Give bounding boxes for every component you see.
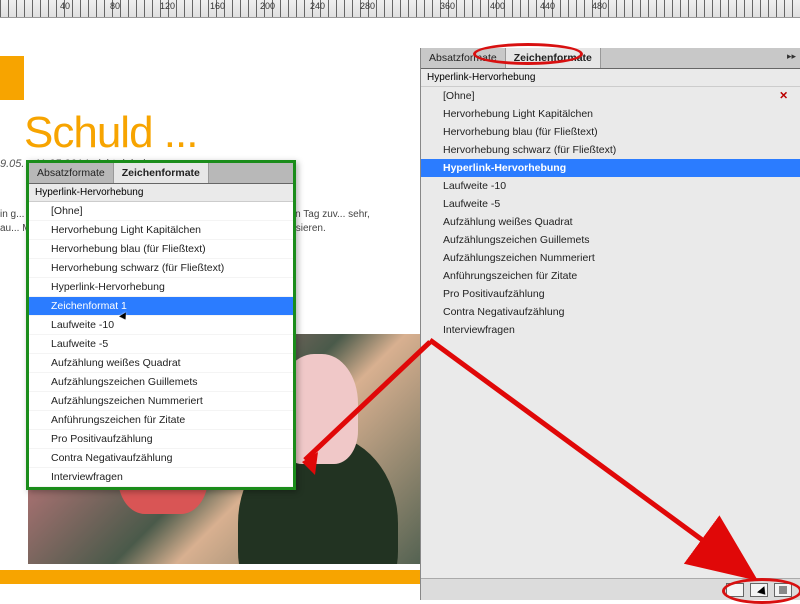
style-item[interactable]: Laufweite -10	[421, 177, 800, 195]
panel-current-style: Hyperlink-Hervorhebung	[421, 69, 800, 87]
new-folder-icon[interactable]	[726, 583, 744, 597]
ruler-label: 40	[60, 1, 70, 11]
accent-block	[0, 56, 24, 100]
clear-override-icon[interactable]: ✕	[779, 90, 794, 102]
style-item[interactable]: Aufzählung weißes Quadrat	[421, 213, 800, 231]
style-item[interactable]: Hervorhebung schwarz (für Fließtext)	[29, 259, 293, 278]
trash-icon[interactable]	[774, 583, 792, 597]
style-item[interactable]: Laufweite -5	[29, 335, 293, 354]
tab-absatzformate[interactable]: Absatzformate	[29, 163, 114, 183]
ruler-label: 200	[260, 1, 275, 11]
ruler-label: 440	[540, 1, 555, 11]
panel-tabs: Absatzformate Zeichenformate ▸▸	[421, 48, 800, 69]
style-item[interactable]: Hervorhebung blau (für Fließtext)	[29, 240, 293, 259]
horizontal-ruler: 40 80 120 160 200 240 280 360 400 440 480	[0, 0, 800, 18]
style-item[interactable]: Contra Negativaufzählung	[421, 303, 800, 321]
style-item[interactable]: Hervorhebung Light Kapitälchen	[29, 221, 293, 240]
style-item[interactable]: [Ohne]	[29, 202, 293, 221]
style-item[interactable]: Aufzählungszeichen Guillemets	[29, 373, 293, 392]
style-item[interactable]: Hyperlink-Hervorhebung	[29, 278, 293, 297]
style-item[interactable]: Aufzählung weißes Quadrat	[29, 354, 293, 373]
tab-absatzformate[interactable]: Absatzformate	[421, 48, 506, 68]
page-title[interactable]: Schuld ...	[24, 108, 197, 158]
style-item[interactable]: Laufweite -5	[421, 195, 800, 213]
style-item[interactable]: Aufzählungszeichen Nummeriert	[29, 392, 293, 411]
style-item[interactable]: Anführungszeichen für Zitate	[29, 411, 293, 430]
ruler-label: 240	[310, 1, 325, 11]
panel-footer	[421, 578, 800, 600]
style-item[interactable]: Hyperlink-Hervorhebung	[421, 159, 800, 177]
character-styles-floating-panel[interactable]: Absatzformate Zeichenformate Hyperlink-H…	[26, 160, 296, 490]
style-list: [Ohne]Hervorhebung Light KapitälchenHerv…	[29, 202, 293, 487]
ruler-label: 80	[110, 1, 120, 11]
style-item[interactable]: Zeichenformat 1	[29, 297, 293, 316]
style-item[interactable]: Pro Positivaufzählung	[421, 285, 800, 303]
tab-zeichenformate[interactable]: Zeichenformate	[114, 163, 209, 183]
style-item[interactable]: Interviewfragen	[421, 321, 800, 339]
style-item[interactable]: [Ohne]✕	[421, 87, 800, 105]
style-item[interactable]: Aufzählungszeichen Nummeriert	[421, 249, 800, 267]
panel-tabs: Absatzformate Zeichenformate	[29, 163, 293, 184]
ruler-label: 120	[160, 1, 175, 11]
style-list: [Ohne]✕Hervorhebung Light KapitälchenHer…	[421, 87, 800, 578]
style-item[interactable]: Hervorhebung blau (für Fließtext)	[421, 123, 800, 141]
ruler-label: 280	[360, 1, 375, 11]
tab-zeichenformate[interactable]: Zeichenformate	[506, 48, 601, 68]
style-item[interactable]: Aufzählungszeichen Guillemets	[421, 231, 800, 249]
ruler-label: 360	[440, 1, 455, 11]
style-item[interactable]: Anführungszeichen für Zitate	[421, 267, 800, 285]
style-item[interactable]: Hervorhebung schwarz (für Fließtext)	[421, 141, 800, 159]
panel-menu-icon[interactable]: ▸▸	[787, 51, 796, 62]
style-item[interactable]: Hervorhebung Light Kapitälchen	[421, 105, 800, 123]
style-item[interactable]: Laufweite -10	[29, 316, 293, 335]
character-styles-docked-panel[interactable]: Absatzformate Zeichenformate ▸▸ Hyperlin…	[420, 48, 800, 600]
style-item[interactable]: Contra Negativaufzählung	[29, 449, 293, 468]
ruler-ticks: 40 80 120 160 200 240 280 360 400 440 480	[0, 0, 800, 17]
panel-current-style: Hyperlink-Hervorhebung	[29, 184, 293, 202]
ruler-label: 400	[490, 1, 505, 11]
ruler-label: 160	[210, 1, 225, 11]
ruler-label: 480	[592, 1, 607, 11]
style-item[interactable]: Interviewfragen	[29, 468, 293, 487]
style-item[interactable]: Pro Positivaufzählung	[29, 430, 293, 449]
